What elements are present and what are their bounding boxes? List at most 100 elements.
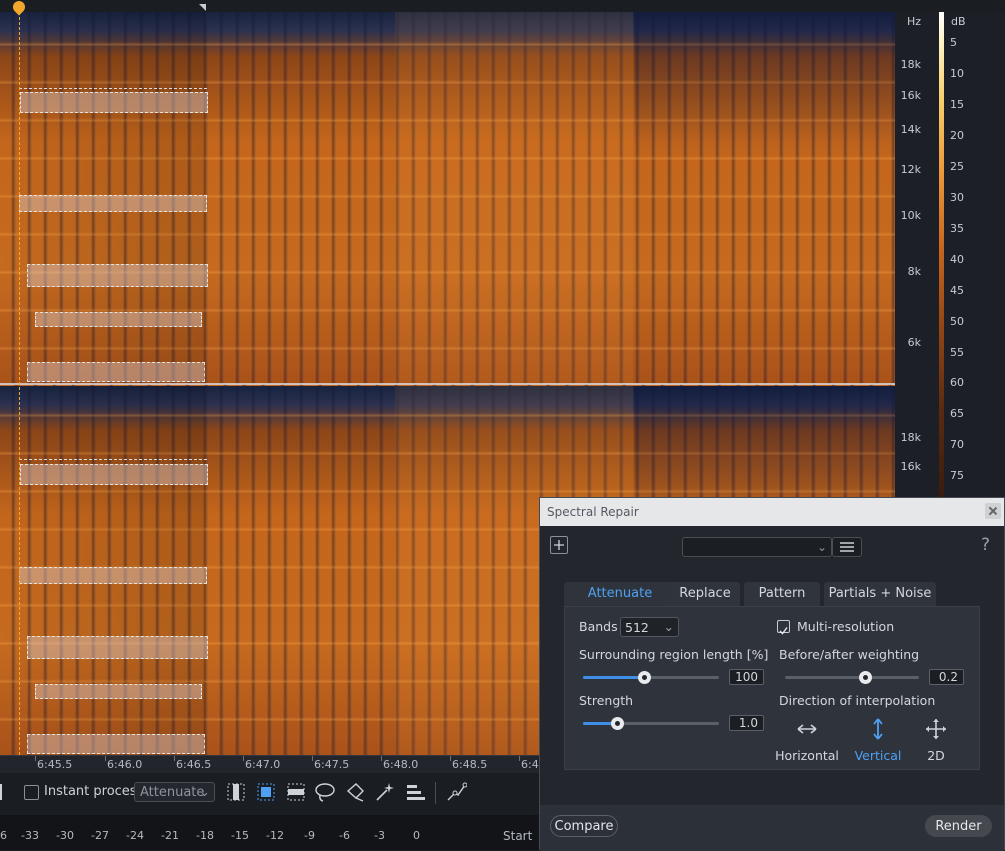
weighting-value[interactable]: 0.2 (929, 669, 964, 685)
help-icon[interactable]: ? (981, 535, 990, 555)
preset-menu-button[interactable] (832, 537, 862, 557)
meter-tick-label: -30 (56, 829, 74, 842)
db-tick-label: 25 (950, 160, 964, 173)
time-tick-label: 6:48.0 (383, 758, 419, 771)
db-tick-label: 15 (950, 98, 964, 111)
meter-tick-label: -6 (339, 829, 350, 842)
vertical-arrows-icon[interactable] (866, 717, 890, 741)
spectral-selection[interactable] (20, 92, 208, 113)
move-2d-icon[interactable] (924, 717, 948, 741)
level-meter: 6 -33 -30 -27 -24 -21 -18 -15 -12 -9 -6 … (0, 815, 539, 850)
db-tick-label: 55 (950, 346, 964, 359)
meter-tick-label: -33 (21, 829, 39, 842)
instant-process-checkbox[interactable] (24, 785, 39, 800)
direction-horizontal-label[interactable]: Horizontal (775, 748, 839, 763)
tab-replace[interactable]: Replace (670, 582, 740, 606)
db-tick-label: 5 (950, 36, 957, 49)
dialog-title-bar[interactable]: Spectral Repair (540, 498, 1004, 526)
spectral-selection[interactable] (27, 636, 208, 659)
spectral-selection[interactable] (19, 567, 207, 584)
slider-thumb[interactable] (610, 717, 624, 730)
db-tick-label: 45 (950, 284, 964, 297)
meter-tick-label: -15 (231, 829, 249, 842)
spectral-selection[interactable] (27, 362, 205, 382)
spectral-selection[interactable] (27, 734, 205, 754)
db-tick-label: 30 (950, 191, 964, 204)
db-color-scale: dB 5 10 15 20 25 30 35 40 45 50 55 60 65… (937, 12, 1005, 497)
bands-value: 512 (625, 620, 649, 635)
direction-2d-label[interactable]: 2D (921, 748, 951, 763)
spectral-selection[interactable] (20, 464, 208, 485)
close-icon[interactable] (985, 503, 1001, 519)
meter-tick-label: -27 (91, 829, 109, 842)
bands-select[interactable]: 512 ⌄ (620, 617, 679, 637)
checkmark-icon (779, 627, 788, 635)
chevron-down-icon: ⌄ (663, 619, 674, 634)
plus-icon (554, 540, 564, 550)
magic-wand-tool-icon[interactable] (374, 781, 396, 803)
compare-button[interactable]: Compare (550, 815, 618, 837)
spectral-selection[interactable] (19, 195, 207, 212)
playhead-line[interactable] (19, 12, 20, 755)
multi-resolution-checkbox[interactable] (777, 620, 790, 635)
frequency-tick-label: 18k (900, 431, 921, 444)
strength-value[interactable]: 1.0 (729, 715, 764, 731)
direction-label: Direction of interpolation (779, 693, 936, 708)
lasso-tool-icon[interactable] (314, 781, 336, 803)
selection-end-marker-icon[interactable] (199, 4, 206, 11)
selection-boundary (19, 88, 207, 89)
db-tick-label: 60 (950, 376, 964, 389)
frequency-tick-label: 14k (900, 123, 921, 136)
brush-tool-icon[interactable] (344, 781, 366, 803)
strength-slider[interactable] (583, 717, 719, 730)
meter-tick-label: -12 (266, 829, 284, 842)
tab-partials-noise[interactable]: Partials + Noise (824, 582, 936, 606)
hamburger-menu-icon (840, 542, 854, 552)
bands-label: Bands (579, 619, 618, 634)
strength-label: Strength (579, 693, 634, 708)
db-tick-label: 10 (950, 67, 964, 80)
slider-thumb[interactable] (858, 671, 872, 684)
meter-tick-label: -21 (161, 829, 179, 842)
time-selection-tool-icon[interactable] (225, 781, 247, 803)
surrounding-region-value[interactable]: 100 (729, 669, 764, 685)
toolbar-edge (0, 784, 2, 800)
spectral-selection[interactable] (35, 312, 202, 327)
spectrogram-left-channel[interactable] (0, 12, 895, 384)
time-ruler[interactable]: 6:45.5 6:46.0 6:46.5 6:47.0 6:47.5 6:48.… (0, 755, 539, 774)
frequency-tick-label: 8k (907, 265, 921, 278)
frequency-selection-tool-icon[interactable] (285, 781, 307, 803)
slider-thumb[interactable] (637, 671, 651, 684)
tab-pattern[interactable]: Pattern (744, 582, 820, 606)
tab-attenuate[interactable]: Attenuate (564, 582, 676, 606)
preset-select[interactable]: ⌄ (682, 537, 832, 557)
frequency-tick-label: 10k (900, 209, 921, 222)
slider-fill (583, 676, 645, 679)
spectral-selection[interactable] (35, 684, 202, 699)
surrounding-region-slider[interactable] (583, 671, 719, 684)
weighting-slider[interactable] (785, 671, 919, 684)
db-unit-label: dB (951, 15, 966, 28)
instant-process-mode-select[interactable]: Attenuate ⌄ (134, 782, 215, 802)
preset-bar: ⌄ ? (540, 526, 1004, 568)
multi-resolution-label: Multi-resolution (797, 619, 895, 634)
time-tick-label: 6:47.0 (245, 758, 281, 771)
time-tick-label: 6:46.0 (107, 758, 143, 771)
dialog-footer: Compare Render (540, 805, 1004, 851)
envelope-tool-icon[interactable] (445, 781, 467, 803)
spectral-selection[interactable] (27, 264, 208, 287)
render-button[interactable]: Render (925, 815, 992, 837)
time-frequency-selection-tool-icon[interactable] (255, 781, 277, 803)
meter-tick-label: -18 (196, 829, 214, 842)
time-tick-label: 6:4 (521, 758, 539, 771)
direction-vertical-label[interactable]: Vertical (847, 748, 909, 763)
harmonic-selection-tool-icon[interactable] (404, 781, 426, 803)
time-tick-label: 6:45.5 (37, 758, 73, 771)
db-tick-label: 20 (950, 129, 964, 142)
chevron-down-icon: ⌄ (199, 785, 210, 800)
frequency-tick-label: 16k (900, 89, 921, 102)
add-preset-button[interactable] (550, 536, 568, 554)
meter-tick-label: 0 (413, 829, 420, 842)
db-tick-label: 40 (950, 253, 964, 266)
horizontal-arrows-icon[interactable] (795, 717, 819, 741)
